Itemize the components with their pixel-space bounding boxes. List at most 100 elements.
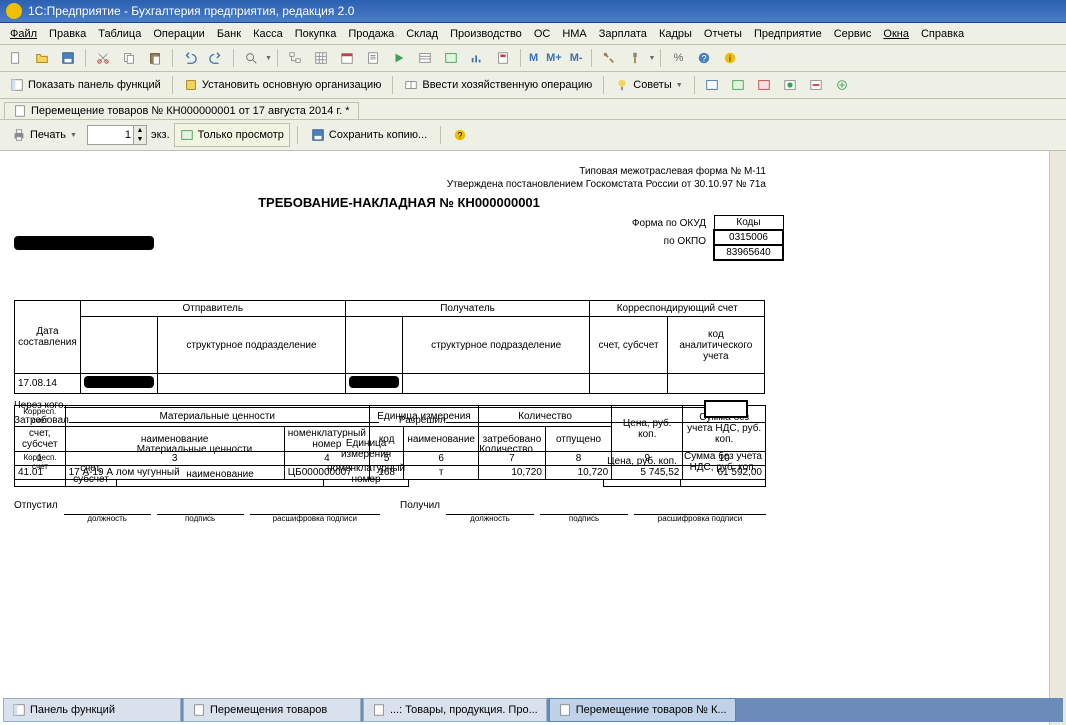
menu-enterprise[interactable]: Предприятие bbox=[748, 26, 828, 42]
task-goods[interactable]: ...: Товары, продукция. Про... bbox=[363, 698, 547, 722]
xtra3-icon[interactable] bbox=[752, 73, 776, 97]
search-icon[interactable] bbox=[239, 46, 263, 70]
window-titlebar: 1С:Предприятие - Бухгалтерия предприятия… bbox=[0, 0, 1066, 23]
sender-receiver-table: Дата составления Отправитель Получатель … bbox=[14, 300, 765, 394]
svg-text:?: ? bbox=[702, 54, 707, 64]
codes-table: Коды 0315006 83965640 bbox=[713, 215, 784, 261]
date-value: 17.08.14 bbox=[15, 374, 81, 394]
new-icon[interactable] bbox=[4, 46, 28, 70]
chart-icon[interactable] bbox=[465, 46, 489, 70]
okud-value: 0315006 bbox=[714, 230, 783, 245]
requested-label: Затребовал bbox=[14, 415, 69, 426]
menu-purchase[interactable]: Покупка bbox=[289, 26, 343, 42]
svg-text:i: i bbox=[729, 54, 731, 64]
menu-warehouse[interactable]: Склад bbox=[400, 26, 444, 42]
hammer-icon[interactable] bbox=[623, 46, 647, 70]
via-whom-box[interactable] bbox=[704, 400, 748, 418]
open-icon[interactable] bbox=[30, 46, 54, 70]
view-only-btn[interactable]: Только просмотр bbox=[174, 123, 290, 147]
report-icon[interactable] bbox=[491, 46, 515, 70]
tips-btn[interactable]: Советы ▼ bbox=[609, 73, 688, 97]
save-icon[interactable] bbox=[56, 46, 80, 70]
app-logo-icon bbox=[6, 3, 22, 19]
via-whom-label: Через кого bbox=[14, 400, 64, 411]
help-icon[interactable]: ? bbox=[692, 46, 716, 70]
menu-cash[interactable]: Касса bbox=[247, 26, 289, 42]
doc-help-icon[interactable]: ? bbox=[448, 123, 472, 147]
doc-toolbar: Печать ▼ 1 ▲▼ экз. Только просмотр Сохра… bbox=[0, 120, 1066, 151]
doc-tab-label: Перемещение товаров № КН000000001 от 17 … bbox=[31, 105, 350, 117]
grid-icon[interactable] bbox=[309, 46, 333, 70]
redo-icon[interactable] bbox=[204, 46, 228, 70]
form-line-2: Утверждена постановлением Госкомстата Ро… bbox=[14, 178, 766, 191]
doc-tab-icon bbox=[13, 104, 27, 118]
xtra1-icon[interactable] bbox=[700, 73, 724, 97]
released-label: Отпустил bbox=[14, 500, 58, 511]
cut-icon[interactable] bbox=[91, 46, 115, 70]
percent-icon[interactable]: % bbox=[666, 46, 690, 70]
mem-mminus-btn[interactable]: М- bbox=[567, 52, 586, 64]
menu-help[interactable]: Справка bbox=[915, 26, 970, 42]
xtra6-icon[interactable] bbox=[830, 73, 854, 97]
xtra5-icon[interactable] bbox=[804, 73, 828, 97]
menu-hr[interactable]: Кадры bbox=[653, 26, 698, 42]
save-copy-btn[interactable]: Сохранить копию... bbox=[305, 123, 433, 147]
menu-windows[interactable]: Окна bbox=[877, 26, 915, 42]
svg-text:?: ? bbox=[458, 131, 463, 141]
menu-sale[interactable]: Продажа bbox=[342, 26, 400, 42]
copies-suffix: экз. bbox=[151, 129, 170, 141]
info-icon[interactable]: i bbox=[718, 46, 742, 70]
menu-reports[interactable]: Отчеты bbox=[698, 26, 748, 42]
menu-edit[interactable]: Правка bbox=[43, 26, 92, 42]
show-panel-btn[interactable]: Показать панель функций bbox=[4, 73, 167, 97]
approved-label: Разрешил bbox=[399, 415, 446, 426]
task-moves-list[interactable]: Перемещения товаров bbox=[183, 698, 361, 722]
paste-icon[interactable] bbox=[143, 46, 167, 70]
table-icon[interactable] bbox=[439, 46, 463, 70]
tree-icon[interactable] bbox=[283, 46, 307, 70]
received-label: Получил bbox=[400, 500, 440, 511]
doc-viewport[interactable]: Типовая межотраслевая форма № М-11 Утвер… bbox=[0, 151, 1066, 725]
menu-service[interactable]: Сервис bbox=[828, 26, 878, 42]
menu-nma[interactable]: НМА bbox=[556, 26, 592, 42]
print-btn[interactable]: Печать ▼ bbox=[6, 123, 83, 147]
main-toolbar-2: Показать панель функций Установить основ… bbox=[0, 72, 1066, 99]
menu-salary[interactable]: Зарплата bbox=[593, 26, 653, 42]
org-name-redacted bbox=[14, 236, 154, 250]
okpo-label: по ОКПО bbox=[632, 233, 706, 251]
mem-mplus-btn[interactable]: М+ bbox=[543, 52, 565, 64]
item-row: 41.01 17 А-19 А лом чугунный ЦБ000000007… bbox=[15, 466, 766, 480]
calendar-icon[interactable] bbox=[335, 46, 359, 70]
menu-os[interactable]: ОС bbox=[528, 26, 557, 42]
form-line-1: Типовая межотраслевая форма № М-11 bbox=[14, 165, 766, 178]
menu-production[interactable]: Производство bbox=[444, 26, 528, 42]
list-icon[interactable] bbox=[413, 46, 437, 70]
vertical-scrollbar[interactable] bbox=[1049, 151, 1066, 725]
task-panel-functions[interactable]: Панель функций bbox=[3, 698, 181, 722]
taskbar: Панель функций Перемещения товаров ...: … bbox=[3, 698, 1063, 722]
task-current-doc[interactable]: Перемещение товаров № К... bbox=[549, 698, 736, 722]
xtra4-icon[interactable] bbox=[778, 73, 802, 97]
copy-icon[interactable] bbox=[117, 46, 141, 70]
menu-operations[interactable]: Операции bbox=[147, 26, 210, 42]
xtra2-icon[interactable] bbox=[726, 73, 750, 97]
enter-op-btn[interactable]: Ввести хозяйственную операцию bbox=[398, 73, 598, 97]
tool-icon[interactable] bbox=[597, 46, 621, 70]
codes-header: Коды bbox=[714, 216, 783, 231]
menu-table[interactable]: Таблица bbox=[92, 26, 147, 42]
doc-title: ТРЕБОВАНИЕ-НАКЛАДНАЯ № КН000000001 bbox=[14, 195, 784, 210]
menu-file[interactable]: Файл bbox=[4, 26, 43, 42]
menu-bank[interactable]: Банк bbox=[211, 26, 247, 42]
mem-m-btn[interactable]: М bbox=[526, 52, 541, 64]
doc-tab[interactable]: Перемещение товаров № КН000000001 от 17 … bbox=[4, 102, 359, 119]
copies-spinner[interactable]: 1 ▲▼ bbox=[87, 125, 147, 145]
play-icon[interactable] bbox=[387, 46, 411, 70]
okud-label: Форма по ОКУД bbox=[632, 215, 706, 233]
main-toolbar-1: ▼ М М+ М- ▼ % ? i bbox=[0, 45, 1066, 72]
doc-icon[interactable] bbox=[361, 46, 385, 70]
set-main-org-btn[interactable]: Установить основную организацию bbox=[178, 73, 388, 97]
main-menu: Файл Правка Таблица Операции Банк Касса … bbox=[0, 23, 1066, 45]
window-title: 1С:Предприятие - Бухгалтерия предприятия… bbox=[28, 4, 354, 18]
doc-tabbar: Перемещение товаров № КН000000001 от 17 … bbox=[0, 99, 1066, 120]
undo-icon[interactable] bbox=[178, 46, 202, 70]
